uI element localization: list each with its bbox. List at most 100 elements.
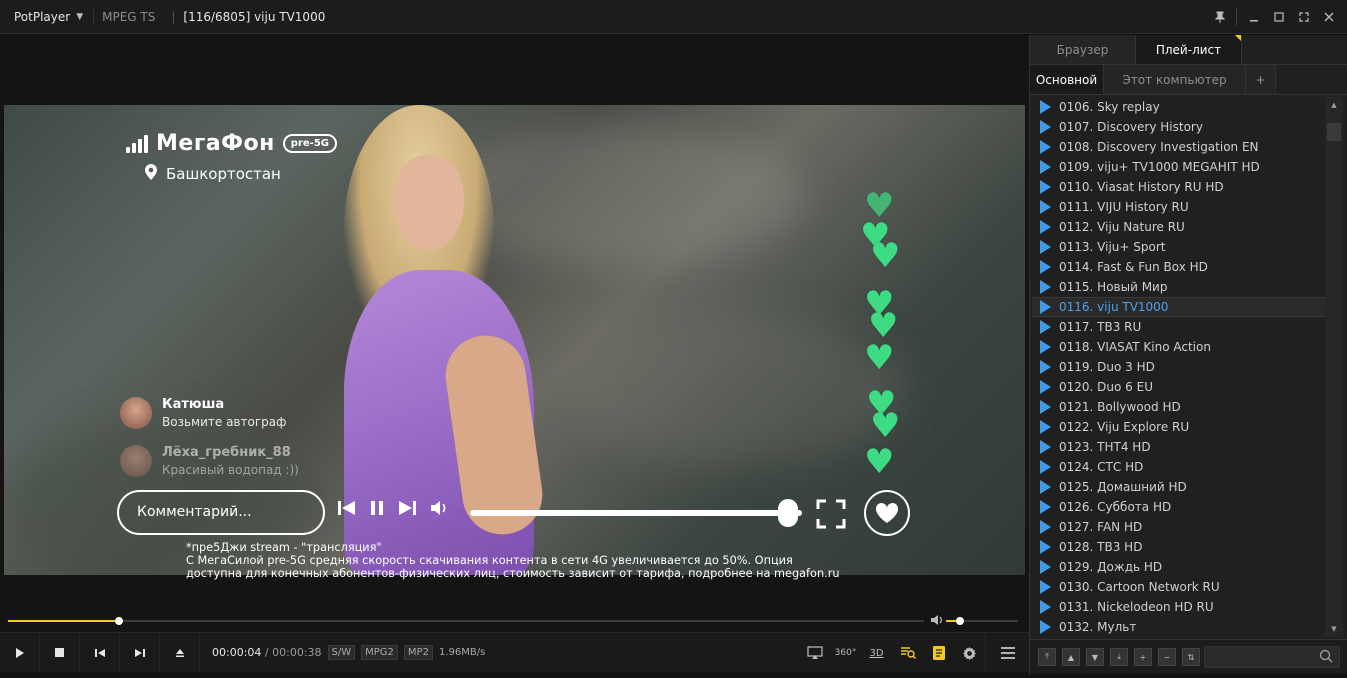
tab-browser[interactable]: Браузер bbox=[1030, 35, 1136, 64]
playlist-item[interactable]: 0129. Дождь HD bbox=[1032, 557, 1325, 577]
playlist-item[interactable]: 0130. Cartoon Network RU bbox=[1032, 577, 1325, 597]
playlist-item[interactable]: 0108. Discovery Investigation EN bbox=[1032, 137, 1325, 157]
disclaimer-line: С МегаСилой pre-5G средняя скорость скач… bbox=[186, 554, 793, 567]
playlist-item[interactable]: 0120. Duo 6 EU bbox=[1032, 377, 1325, 397]
person-face bbox=[394, 155, 464, 250]
playlist-item[interactable]: 0128. ТВ3 HD bbox=[1032, 537, 1325, 557]
main-menu-icon[interactable] bbox=[985, 633, 1029, 673]
screen-output-icon[interactable] bbox=[799, 633, 830, 673]
play-triangle-icon bbox=[1040, 200, 1051, 214]
video-frame[interactable]: МегаФон pre-5G Башкортостан Катюша Возьм… bbox=[4, 105, 1025, 575]
playlist-item[interactable]: 0112. Viju Nature RU bbox=[1032, 217, 1325, 237]
playlist-item[interactable]: 0115. Новый Мир bbox=[1032, 277, 1325, 297]
vr-360-button[interactable]: 360° bbox=[830, 633, 861, 673]
add-tab-button[interactable]: + bbox=[1246, 65, 1276, 94]
playlist-item[interactable]: 0117. ТВ3 RU bbox=[1032, 317, 1325, 337]
scroll-down-icon[interactable]: ▼ bbox=[1325, 621, 1343, 637]
disclaimer-line: доступна для конечных абонентов-физическ… bbox=[186, 567, 840, 580]
pin-icon[interactable] bbox=[1208, 5, 1232, 29]
playlist-search-input[interactable] bbox=[1204, 646, 1340, 668]
playlist-item[interactable]: 0107. Discovery History bbox=[1032, 117, 1325, 137]
maximize-icon[interactable] bbox=[1267, 5, 1291, 29]
play-triangle-icon bbox=[1040, 480, 1051, 494]
move-top-icon[interactable]: ⤒ bbox=[1038, 648, 1056, 666]
comment-input: Комментарий... bbox=[117, 490, 325, 535]
playlist-item-label: 0113. Viju+ Sport bbox=[1059, 240, 1166, 254]
scroll-up-icon[interactable]: ▲ bbox=[1325, 97, 1343, 113]
playlist-item[interactable]: 0118. VIASAT Kino Action bbox=[1032, 337, 1325, 357]
brand-logo: МегаФон pre-5G bbox=[126, 131, 337, 156]
playlist-item[interactable]: 0125. Домашний HD bbox=[1032, 477, 1325, 497]
control-bar: 00:00:04 / 00:00:38 S/W MPG2 MP2 1.96MB/… bbox=[0, 632, 1029, 673]
volume-slider[interactable] bbox=[946, 617, 1018, 625]
add-item-icon[interactable]: + bbox=[1134, 648, 1152, 666]
seek-bar-row bbox=[0, 610, 1029, 632]
playlist-item[interactable]: 0109. viju+ TV1000 MEGAHIT HD bbox=[1032, 157, 1325, 177]
eject-button[interactable] bbox=[160, 632, 200, 673]
seek-bar[interactable] bbox=[8, 617, 924, 625]
next-button[interactable] bbox=[120, 632, 160, 673]
playlist-item-label: 0129. Дождь HD bbox=[1059, 560, 1163, 574]
subtitle-icon[interactable] bbox=[923, 633, 954, 673]
close-icon[interactable] bbox=[1317, 5, 1341, 29]
previous-button[interactable] bbox=[80, 632, 120, 673]
avatar bbox=[120, 445, 152, 477]
playlist-item[interactable]: 0131. Nickelodeon HD RU bbox=[1032, 597, 1325, 617]
video-area[interactable]: МегаФон pre-5G Башкортостан Катюша Возьм… bbox=[0, 35, 1029, 610]
playlist-search-icon[interactable] bbox=[892, 633, 923, 673]
playlist-item-label: 0126. Суббота HD bbox=[1059, 500, 1172, 514]
playlist-item[interactable]: 0124. СТС HD bbox=[1032, 457, 1325, 477]
playlist-item[interactable]: 0119. Duo 3 HD bbox=[1032, 357, 1325, 377]
playlist-item[interactable]: 0126. Суббота HD bbox=[1032, 497, 1325, 517]
video-codec-badge[interactable]: MPG2 bbox=[361, 645, 398, 660]
play-button[interactable] bbox=[0, 632, 40, 673]
playlist-item[interactable]: 0110. Viasat History RU HD bbox=[1032, 177, 1325, 197]
scrollbar-thumb[interactable] bbox=[1327, 123, 1341, 141]
playlist-item[interactable]: 0132. Мульт bbox=[1032, 617, 1325, 637]
playlist-item[interactable]: 0121. Bollywood HD bbox=[1032, 397, 1325, 417]
stop-button[interactable] bbox=[40, 632, 80, 673]
play-triangle-icon bbox=[1040, 340, 1051, 354]
playlist-item[interactable]: 0114. Fast & Fun Box HD bbox=[1032, 257, 1325, 277]
playlist-item[interactable]: 0106. Sky replay bbox=[1032, 97, 1325, 117]
playlist-item[interactable]: 0113. Viju+ Sport bbox=[1032, 237, 1325, 257]
app-menu-button[interactable]: PotPlayer ▼ bbox=[0, 0, 93, 34]
volume-icon[interactable] bbox=[930, 614, 944, 629]
playlist-item[interactable]: 0127. FAN HD bbox=[1032, 517, 1325, 537]
audio-codec-badge[interactable]: MP2 bbox=[403, 645, 433, 660]
move-bottom-icon[interactable]: ⤓ bbox=[1110, 648, 1128, 666]
overlay-fullscreen-icon bbox=[816, 499, 846, 529]
seek-thumb[interactable] bbox=[114, 617, 123, 625]
time-display: 00:00:04 / 00:00:38 bbox=[212, 646, 322, 659]
playlist-item[interactable]: 0122. Viju Explore RU bbox=[1032, 417, 1325, 437]
format-label: MPEG TS bbox=[93, 8, 163, 25]
play-triangle-icon bbox=[1040, 520, 1051, 534]
playlist: 0106. Sky replay 0107. Discovery History 0… bbox=[1032, 97, 1325, 637]
playlist-item-label: 0109. viju+ TV1000 MEGAHIT HD bbox=[1059, 160, 1260, 174]
3d-button[interactable]: 3D bbox=[861, 633, 892, 673]
chat-comment: Катюша Возьмите автограф bbox=[120, 397, 286, 429]
tab-playlist[interactable]: Плей-лист bbox=[1136, 35, 1242, 64]
playlist-item[interactable]: 0123. ТНТ4 HD bbox=[1032, 437, 1325, 457]
decoder-badge[interactable]: S/W bbox=[327, 645, 356, 660]
subtab-this-computer[interactable]: Этот компьютер bbox=[1104, 65, 1246, 94]
move-up-icon[interactable]: ▲ bbox=[1062, 648, 1080, 666]
sort-icon[interactable]: ⇅ bbox=[1182, 648, 1200, 666]
settings-gear-icon[interactable] bbox=[954, 633, 985, 673]
volume-thumb[interactable] bbox=[956, 617, 965, 625]
heart-icon: ♥ bbox=[864, 442, 895, 482]
playlist-item-current[interactable]: 0116. viju TV1000 bbox=[1032, 297, 1325, 317]
playlist-scrollbar[interactable]: ▲ ▼ bbox=[1325, 97, 1343, 637]
playlist-item-label: 0124. СТС HD bbox=[1059, 460, 1144, 474]
playlist-item[interactable]: 0111. VIJU History RU bbox=[1032, 197, 1325, 217]
play-triangle-icon bbox=[1040, 260, 1051, 274]
playlist-item-label: 0115. Новый Мир bbox=[1059, 280, 1168, 294]
minimize-icon[interactable] bbox=[1242, 5, 1266, 29]
divider bbox=[1236, 8, 1237, 26]
overlay-controls bbox=[338, 500, 462, 521]
fullscreen-icon[interactable] bbox=[1292, 5, 1316, 29]
remove-item-icon[interactable]: − bbox=[1158, 648, 1176, 666]
panel-tabs: Браузер Плей-лист bbox=[1030, 35, 1347, 65]
move-down-icon[interactable]: ▼ bbox=[1086, 648, 1104, 666]
subtab-main[interactable]: Основной bbox=[1030, 65, 1104, 94]
